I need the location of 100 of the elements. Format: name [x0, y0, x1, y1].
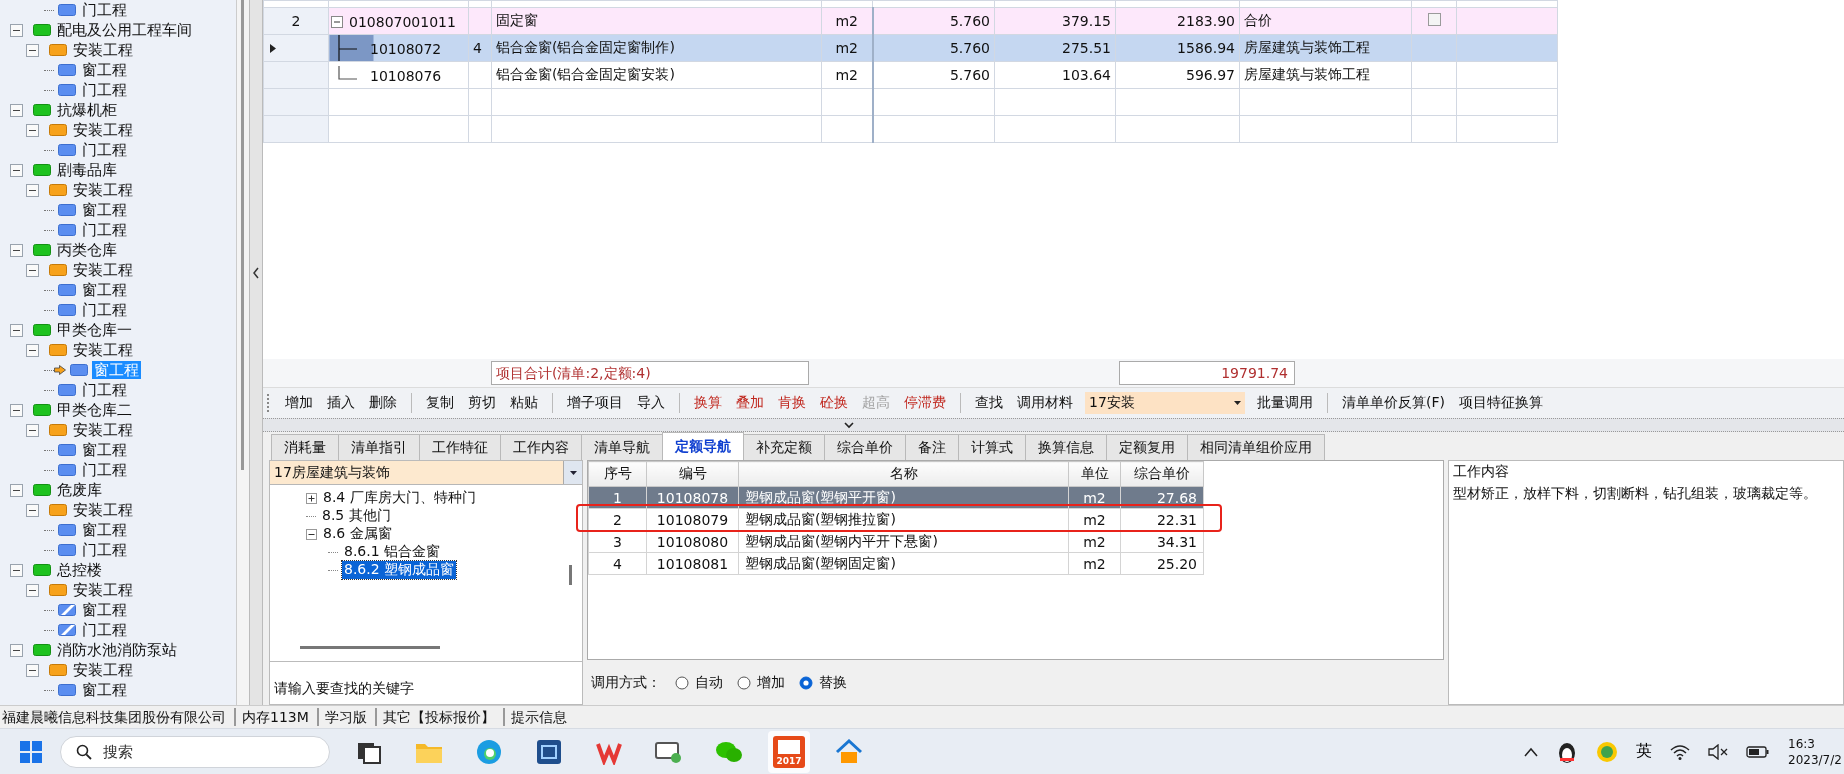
collapse-icon[interactable]: [26, 183, 39, 197]
toolbar-button[interactable]: 粘贴: [504, 392, 544, 414]
column-header[interactable]: 编号: [646, 461, 739, 487]
monitor-icon[interactable]: [655, 739, 683, 764]
chevron-left-icon[interactable]: [252, 266, 260, 279]
tree-item[interactable]: 安装工程: [71, 501, 135, 519]
toolbar-button[interactable]: 剪切: [462, 392, 502, 414]
column-header[interactable]: 名称: [738, 461, 1069, 487]
tree-item[interactable]: 窗工程: [80, 281, 129, 299]
toolbar-button[interactable]: 查找: [969, 392, 1009, 414]
tree-item[interactable]: 甲类仓库二: [55, 401, 134, 419]
collapse-icon[interactable]: [26, 123, 39, 137]
radio-circle-icon[interactable]: [675, 675, 689, 690]
tree-item[interactable]: 配电及公用工程车间: [55, 21, 194, 39]
radio-button[interactable]: 替换: [799, 673, 847, 692]
column-header[interactable]: 单位: [1068, 461, 1121, 487]
tab[interactable]: 清单指引: [338, 434, 420, 460]
chevron-down-icon[interactable]: [843, 421, 854, 429]
tree-item[interactable]: 窗工程: [80, 601, 129, 619]
tab[interactable]: 计算式: [958, 434, 1026, 460]
collapse-icon[interactable]: [10, 323, 23, 337]
toolbar-button[interactable]: 项目特征换算: [1453, 392, 1549, 414]
radio-button[interactable]: 增加: [737, 673, 785, 692]
tree-item[interactable]: 窗工程: [80, 681, 129, 699]
toolbar-button[interactable]: 复制: [420, 392, 460, 414]
tree-item[interactable]: 窗工程: [80, 61, 129, 79]
toolbar-button[interactable]: 删除: [363, 392, 403, 414]
radio-circle-icon[interactable]: [737, 675, 751, 690]
tab[interactable]: 补充定额: [743, 434, 825, 460]
search-field[interactable]: 搜索: [60, 735, 330, 768]
tree-item[interactable]: 安装工程: [71, 181, 135, 199]
tab[interactable]: 综合单价: [824, 434, 906, 460]
collapse-icon[interactable]: [10, 103, 23, 117]
tree-item[interactable]: 门工程: [80, 381, 129, 399]
collapse-icon[interactable]: [10, 643, 23, 657]
collapse-icon[interactable]: [10, 243, 23, 257]
tab[interactable]: 工作特征: [419, 434, 501, 460]
tree-item[interactable]: 甲类仓库一: [55, 321, 134, 339]
tree-item[interactable]: 门工程: [80, 541, 129, 559]
collapse-icon[interactable]: [26, 503, 39, 517]
toolbar-button[interactable]: 砼换: [814, 392, 854, 414]
tree-item[interactable]: 消防水池消防泵站: [55, 641, 179, 659]
tree-item[interactable]: 8.6.1 铝合金窗: [342, 543, 443, 561]
collapse-icon[interactable]: [26, 583, 39, 597]
tree-item[interactable]: 剧毒品库: [55, 161, 119, 179]
toolbar-button[interactable]: 批量调用: [1251, 392, 1319, 414]
wifi-icon[interactable]: [1670, 743, 1690, 760]
tree-item[interactable]: 门工程: [80, 461, 129, 479]
tab[interactable]: 换算信息: [1025, 434, 1107, 460]
library-dropdown[interactable]: 17安装: [1085, 392, 1245, 414]
collapse-icon[interactable]: [10, 403, 23, 417]
tree-item[interactable]: 总控楼: [55, 561, 104, 579]
collapse-icon[interactable]: [10, 483, 23, 497]
radio-button[interactable]: 自动: [675, 673, 723, 692]
table-row[interactable]: 10108072 4 铝合金窗(铝合金固定窗制作) m2 5.760 275.51 1586.94 房屋建筑与装饰工程: [263, 34, 1558, 62]
caret-icon[interactable]: [1234, 401, 1241, 405]
toolbar-button[interactable]: 插入: [321, 392, 361, 414]
tab[interactable]: 消耗量: [271, 434, 339, 460]
square-app-icon[interactable]: [536, 738, 562, 765]
windows-start-icon[interactable]: [20, 740, 42, 763]
tree-item[interactable]: 抗爆机柜: [55, 101, 119, 119]
table-row[interactable]: 2 010807001011 固定窗 m2 5.760 379.15 2183.90 合价: [263, 7, 1558, 35]
tree-item[interactable]: 8.4 厂库房大门、特种门: [321, 489, 478, 507]
tree-item[interactable]: 窗工程: [80, 441, 129, 459]
toolbar-button[interactable]: 增子项目: [561, 392, 629, 414]
checkbox[interactable]: [1427, 13, 1441, 26]
tab[interactable]: 清单导航: [581, 434, 663, 460]
tab[interactable]: 备注: [905, 434, 959, 460]
tree-item[interactable]: 危废库: [55, 481, 104, 499]
collapse-icon[interactable]: [26, 263, 39, 277]
tree-item[interactable]: 8.6.2 塑钢成品窗: [342, 561, 457, 579]
tree-item[interactable]: 安装工程: [71, 581, 135, 599]
tab[interactable]: 工作内容: [500, 434, 582, 460]
tree-item[interactable]: 安装工程: [71, 661, 135, 679]
expand-icon[interactable]: [306, 492, 317, 504]
tree-item[interactable]: 安装工程: [71, 421, 135, 439]
tree-item[interactable]: 安装工程: [71, 261, 135, 279]
toolbar-button[interactable]: 叠加: [730, 392, 770, 414]
battery-icon[interactable]: [1746, 744, 1770, 759]
toolbar-button[interactable]: 清单单价反算(F): [1336, 392, 1451, 414]
tree-item[interactable]: 门工程: [80, 221, 129, 239]
circle-app-icon[interactable]: [1596, 740, 1618, 763]
tab[interactable]: 定额复用: [1106, 434, 1188, 460]
input-method-indicator[interactable]: 英: [1636, 741, 1652, 762]
collapse-icon[interactable]: [26, 343, 39, 357]
collapse-icon[interactable]: [26, 423, 39, 437]
collapse-icon[interactable]: [26, 43, 39, 57]
collapse-icon[interactable]: [26, 663, 39, 677]
column-header[interactable]: 序号: [588, 461, 647, 487]
tree-item[interactable]: 安装工程: [71, 121, 135, 139]
tab[interactable]: 相同清单组价应用: [1187, 434, 1325, 460]
toolbar-button[interactable]: 增加: [279, 392, 319, 414]
chevron-up-icon[interactable]: [1524, 746, 1538, 757]
collapse-icon[interactable]: [306, 528, 317, 540]
collapse-icon[interactable]: [10, 563, 23, 577]
tree-item[interactable]: 丙类仓库: [55, 241, 119, 259]
tree-item[interactable]: 8.6 金属窗: [321, 525, 394, 543]
house-icon[interactable]: [835, 738, 863, 765]
tree-item[interactable]: 窗工程: [80, 521, 129, 539]
toolbar-button[interactable]: 停滞费: [898, 392, 952, 414]
